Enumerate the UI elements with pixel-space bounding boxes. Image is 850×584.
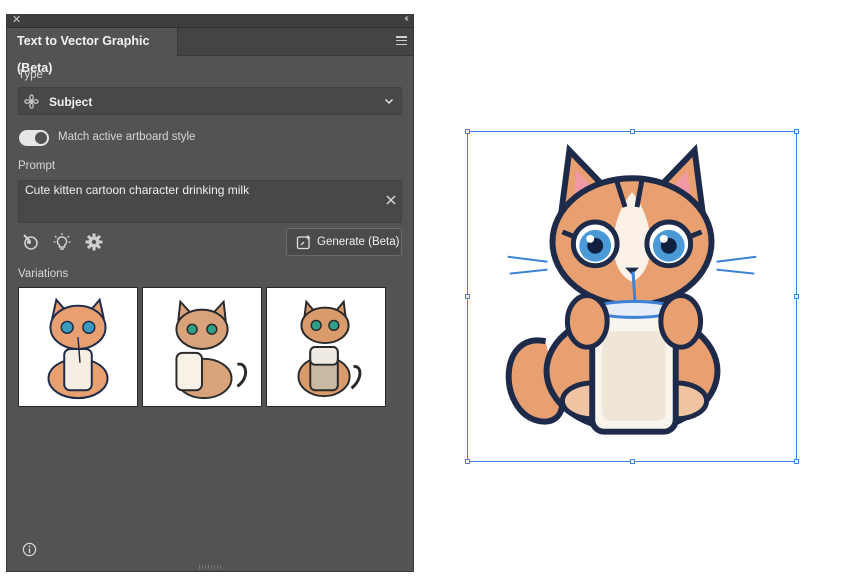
selection-handle[interactable] [465, 294, 470, 299]
kitten-variation-image [47, 297, 109, 400]
variations-label: Variations [18, 268, 69, 280]
text-to-vector-panel: ✕ ‹‹ Text to Vector Graphic (Beta) Type … [6, 12, 414, 572]
type-label: Type [18, 69, 43, 81]
kitten-variation-image [175, 299, 247, 400]
generate-icon [296, 234, 311, 250]
sample-icon[interactable] [21, 232, 41, 252]
clear-icon[interactable] [385, 194, 397, 206]
close-icon[interactable]: ✕ [12, 13, 21, 27]
variation-thumbnail-3[interactable] [266, 287, 386, 407]
type-value: Subject [49, 95, 93, 109]
resize-grip[interactable] [199, 565, 221, 569]
panel-tab-bar: Text to Vector Graphic (Beta) [7, 28, 413, 75]
selection-handle[interactable] [794, 294, 799, 299]
match-style-toggle[interactable] [19, 130, 49, 146]
generate-label: Generate (Beta) [317, 236, 400, 248]
match-style-label: Match active artboard style [58, 131, 196, 143]
selection-handle[interactable] [465, 459, 470, 464]
panel-menu-icon[interactable] [396, 36, 407, 46]
prompt-input[interactable]: Cute kitten cartoon character drinking m… [18, 180, 402, 223]
gear-icon[interactable] [84, 232, 104, 252]
generate-button[interactable]: Generate (Beta) [286, 228, 402, 256]
prompt-text: Cute kitten cartoon character drinking m… [25, 183, 250, 197]
variation-thumbnail-1[interactable] [18, 287, 138, 407]
info-icon[interactable] [22, 542, 37, 557]
kitten-variation-image [297, 299, 362, 398]
collapse-icon[interactable]: ‹‹ [404, 12, 408, 26]
selection-handle[interactable] [630, 129, 635, 134]
chevron-down-icon [384, 98, 394, 105]
prompt-label: Prompt [18, 160, 56, 172]
panel-top-bar: ✕ ‹‹ [7, 12, 413, 28]
selection-handle[interactable] [465, 129, 470, 134]
type-dropdown[interactable]: Subject [18, 87, 402, 115]
selection-handle[interactable] [630, 459, 635, 464]
variation-thumbnail-2[interactable] [142, 287, 262, 407]
bulb-icon[interactable] [52, 232, 72, 252]
tab-text-to-vector[interactable]: Text to Vector Graphic (Beta) [7, 28, 178, 75]
subject-icon [24, 94, 39, 109]
selection-handle[interactable] [794, 459, 799, 464]
selection-handle[interactable] [794, 129, 799, 134]
kitten-vector-artwork [505, 143, 757, 435]
artboard-selection[interactable] [465, 129, 799, 464]
